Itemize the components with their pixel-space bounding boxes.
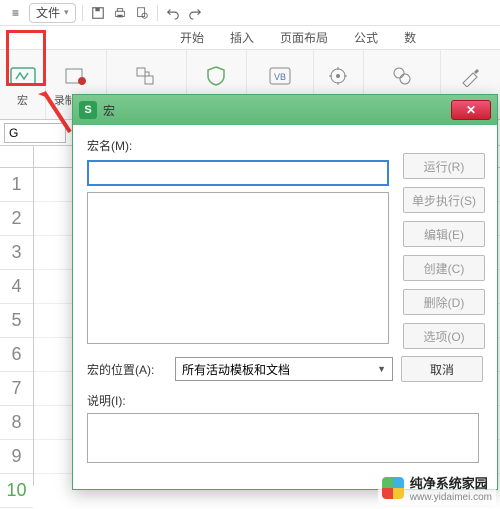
file-menu-label: 文件 xyxy=(36,4,60,21)
select-all-corner[interactable] xyxy=(0,146,33,168)
cancel-button[interactable]: 取消 xyxy=(401,356,483,382)
macro-dialog: S 宏 ✕ 宏名(M): 宏的位置(A): 所有活动模板和文档 ▼ 取消 说明(… xyxy=(72,94,498,490)
close-icon: ✕ xyxy=(466,103,476,117)
tab-begin[interactable]: 开始 xyxy=(170,25,214,49)
tab-formula[interactable]: 公式 xyxy=(344,25,388,49)
ribbon-tabbar: 开始 插入 页面布局 公式 数 xyxy=(0,26,500,50)
design-icon xyxy=(456,62,484,90)
dialog-action-buttons: 运行(R) 单步执行(S) 编辑(E) 创建(C) 删除(D) 选项(O) xyxy=(403,153,485,349)
row-header[interactable]: 3 xyxy=(0,236,33,270)
tab-insert[interactable]: 插入 xyxy=(220,25,264,49)
row-header[interactable]: 9 xyxy=(0,440,33,474)
row-header[interactable]: 10 xyxy=(0,474,33,508)
menubar: ≡ 文件 ▾ xyxy=(0,0,500,26)
macro-button[interactable]: 宏 xyxy=(0,50,46,119)
tab-layout[interactable]: 页面布局 xyxy=(270,25,338,49)
name-box[interactable]: G xyxy=(4,123,66,143)
record-icon xyxy=(62,62,90,90)
edit-button[interactable]: 编辑(E) xyxy=(403,221,485,247)
create-button[interactable]: 创建(C) xyxy=(403,255,485,281)
undo-icon[interactable] xyxy=(164,4,182,22)
vbe-icon: VB xyxy=(266,62,294,90)
macro-location-select[interactable]: 所有活动模板和文档 ▼ xyxy=(175,357,393,381)
watermark-logo-icon xyxy=(382,477,404,499)
row-header[interactable]: 4 xyxy=(0,270,33,304)
app-logo-icon: S xyxy=(79,101,97,119)
run-button[interactable]: 运行(R) xyxy=(403,153,485,179)
file-menu-button[interactable]: 文件 ▾ xyxy=(29,3,76,23)
macro-list[interactable] xyxy=(87,192,389,344)
app-menu-button[interactable]: ≡ xyxy=(6,3,25,23)
save-icon[interactable] xyxy=(89,4,107,22)
row-headers: 1 2 3 4 5 6 7 8 9 10 xyxy=(0,146,34,486)
chevron-down-icon: ▾ xyxy=(64,7,69,18)
shield-icon xyxy=(202,62,230,90)
macro-label: 宏 xyxy=(17,92,28,108)
watermark: 纯净系统家园 www.yidaimei.com xyxy=(378,471,496,505)
macro-name-input[interactable] xyxy=(87,160,389,186)
description-box[interactable] xyxy=(87,413,479,463)
tab-data[interactable]: 数 xyxy=(394,25,426,49)
separator xyxy=(82,5,83,21)
row-header[interactable]: 6 xyxy=(0,338,33,372)
svg-text:VB: VB xyxy=(274,72,286,82)
separator xyxy=(157,5,158,21)
row-header[interactable]: 5 xyxy=(0,304,33,338)
redo-icon[interactable] xyxy=(186,4,204,22)
dialog-titlebar[interactable]: S 宏 ✕ xyxy=(73,95,497,125)
dialog-title: 宏 xyxy=(103,102,115,119)
options-button[interactable]: 选项(O) xyxy=(403,323,485,349)
name-box-value: G xyxy=(9,126,18,140)
row-header[interactable]: 7 xyxy=(0,372,33,406)
com-addins-icon xyxy=(388,62,416,90)
macro-location-value: 所有活动模板和文档 xyxy=(182,361,290,378)
watermark-title: 纯净系统家园 xyxy=(410,476,488,491)
row-header[interactable]: 2 xyxy=(0,202,33,236)
delete-button[interactable]: 删除(D) xyxy=(403,289,485,315)
print-preview-icon[interactable] xyxy=(133,4,151,22)
row-header[interactable]: 1 xyxy=(0,168,33,202)
macro-name-label: 宏名(M): xyxy=(87,137,132,154)
description-label: 说明(I): xyxy=(87,394,126,408)
close-button[interactable]: ✕ xyxy=(451,100,491,120)
watermark-url: www.yidaimei.com xyxy=(410,492,492,503)
macro-icon xyxy=(9,62,37,90)
macro-location-label: 宏的位置(A): xyxy=(87,361,167,378)
row-header[interactable]: 8 xyxy=(0,406,33,440)
addins-icon xyxy=(324,62,352,90)
chevron-down-icon: ▼ xyxy=(377,364,386,374)
print-icon[interactable] xyxy=(111,4,129,22)
relative-ref-icon xyxy=(132,62,160,90)
step-button[interactable]: 单步执行(S) xyxy=(403,187,485,213)
hamburger-icon: ≡ xyxy=(12,6,19,20)
